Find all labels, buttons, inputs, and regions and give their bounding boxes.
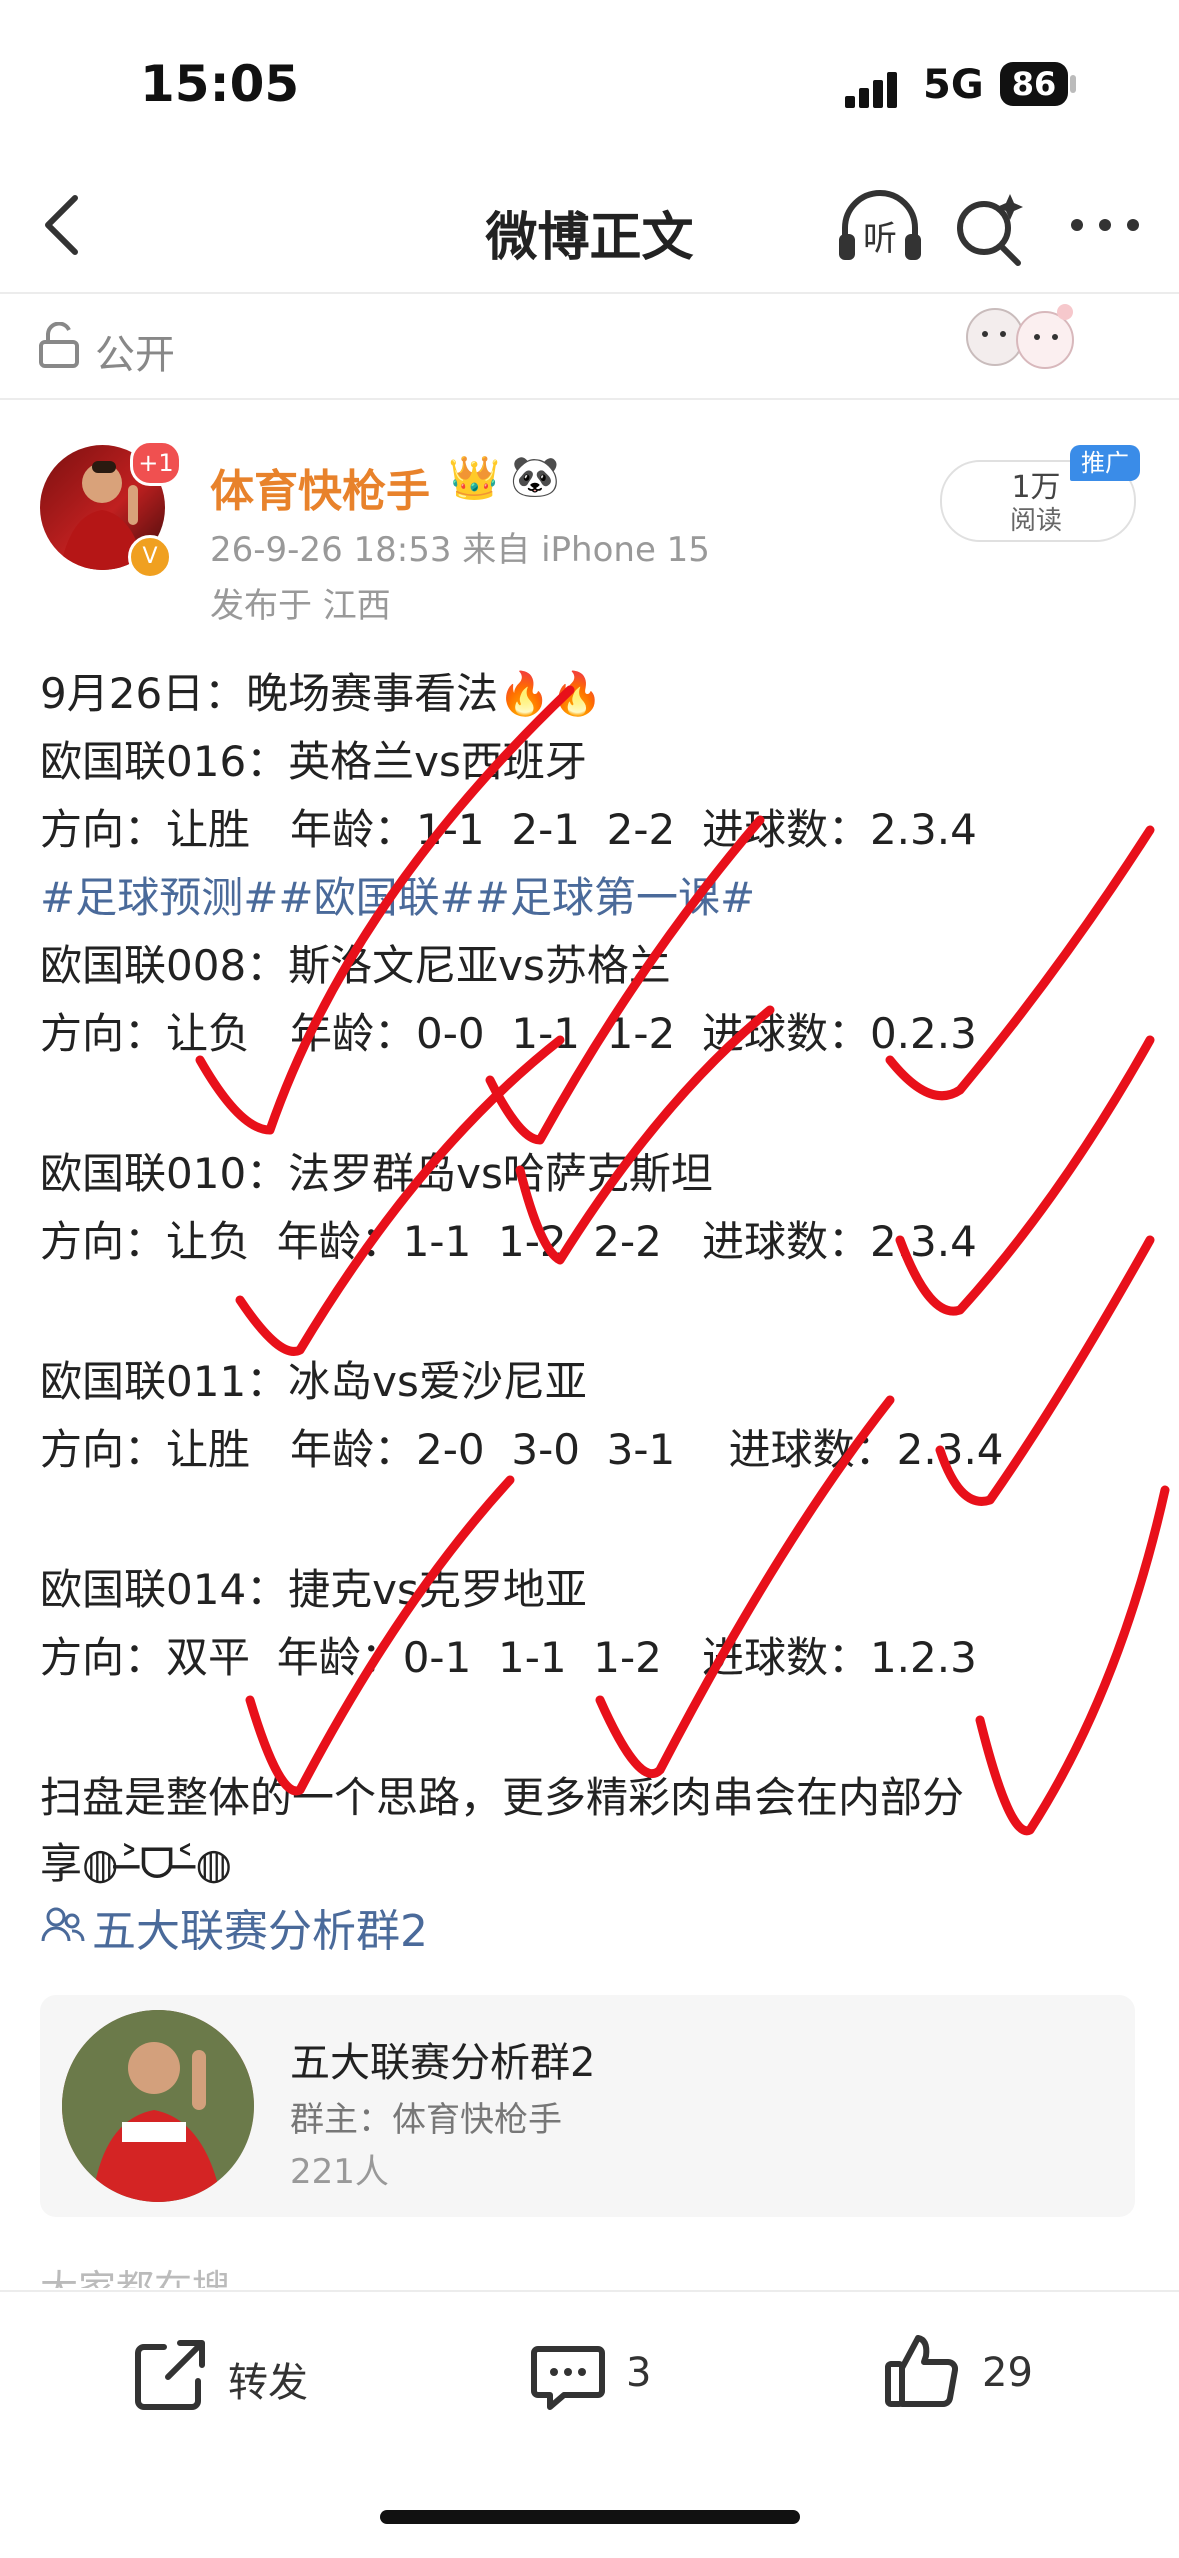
- group-avatar: [62, 2010, 254, 2202]
- crown-badge-icon: 👑: [448, 453, 501, 502]
- author-name[interactable]: 体育快枪手: [210, 455, 430, 519]
- post-line: 9月26日：晚场赛事看法🔥🔥: [40, 669, 603, 718]
- listen-label: 听: [863, 219, 897, 259]
- sticker-decoration: [966, 304, 1074, 369]
- promo-tag[interactable]: 推广: [1070, 445, 1140, 481]
- visibility-label: 公开: [95, 332, 175, 378]
- hashtag-links[interactable]: #足球预测##欧国联##足球第一课#: [40, 864, 755, 925]
- verified-icon: V: [128, 535, 172, 579]
- signal-icon: [845, 72, 897, 108]
- post-line: 方向：让负 年龄：0-0 1-1 1-2 进球数：0.2.3: [40, 1009, 977, 1058]
- battery-indicator: 86: [1000, 62, 1068, 106]
- status-time: 15:05: [140, 55, 300, 113]
- post-line: 欧国联014：捷克vs克罗地亚: [40, 1565, 587, 1614]
- group-link[interactable]: 五大联赛分析群2: [92, 1895, 428, 1959]
- post-line: 方向：双平 年龄：0-1 1-1 1-2 进球数：1.2.3: [40, 1633, 977, 1682]
- avatar-badge: +1: [130, 440, 182, 486]
- group-chat-icon: [41, 1907, 85, 1942]
- repost-icon[interactable]: [130, 2335, 210, 2415]
- post-line: 方向：让胜 年龄：1-1 2-1 2-2 进球数：2.3.4: [40, 805, 977, 854]
- home-indicator[interactable]: [380, 2510, 800, 2524]
- post-timestamp-source: 26-9-26 18:53 来自 iPhone 15: [210, 530, 710, 570]
- reads-label: 阅读: [1009, 506, 1062, 536]
- more-icon[interactable]: [1065, 205, 1145, 245]
- battery-cap: [1070, 75, 1076, 93]
- group-owner: 群主：体育快枪手: [290, 2100, 562, 2140]
- panda-badge-icon: 🐼: [510, 454, 560, 500]
- like-icon[interactable]: [882, 2330, 962, 2410]
- comment-icon[interactable]: [528, 2335, 608, 2415]
- post-line: 享◍˃̶ᗜ˂̶◍: [40, 1839, 233, 1888]
- listen-icon[interactable]: 听: [835, 188, 925, 268]
- post-line: 欧国联008：斯洛文尼亚vs苏格兰: [40, 941, 671, 990]
- post-line: 欧国联016：英格兰vs西班牙: [40, 737, 587, 786]
- post-line: 欧国联010：法罗群岛vs哈萨克斯坦: [40, 1149, 713, 1198]
- repost-button[interactable]: 转发: [228, 2350, 308, 2408]
- trending-search-heading: 大家都在搜: [40, 2258, 230, 2288]
- post-line: 方向：让胜 年龄：2-0 3-0 3-1 进球数：2.3.4: [40, 1425, 1004, 1474]
- post-line: 扫盘是整体的一个思路，更多精彩肉串会在内部分: [40, 1773, 965, 1822]
- post-line: 方向：让负 年龄：1-1 1-2 2-2 进球数：2.3.4: [40, 1217, 977, 1266]
- section-divider: [0, 398, 1179, 400]
- network-type: 5G: [923, 62, 984, 108]
- post-location: 发布于 江西: [210, 586, 391, 626]
- search-icon[interactable]: [950, 190, 1030, 270]
- comment-count[interactable]: 3: [626, 2350, 651, 2396]
- post-line: 欧国联011：冰岛vs爱沙尼亚: [40, 1357, 587, 1406]
- unlock-icon: [39, 322, 79, 368]
- group-members: 221人: [290, 2152, 389, 2192]
- like-count[interactable]: 29: [982, 2350, 1033, 2396]
- group-name: 五大联赛分析群2: [290, 2040, 596, 2086]
